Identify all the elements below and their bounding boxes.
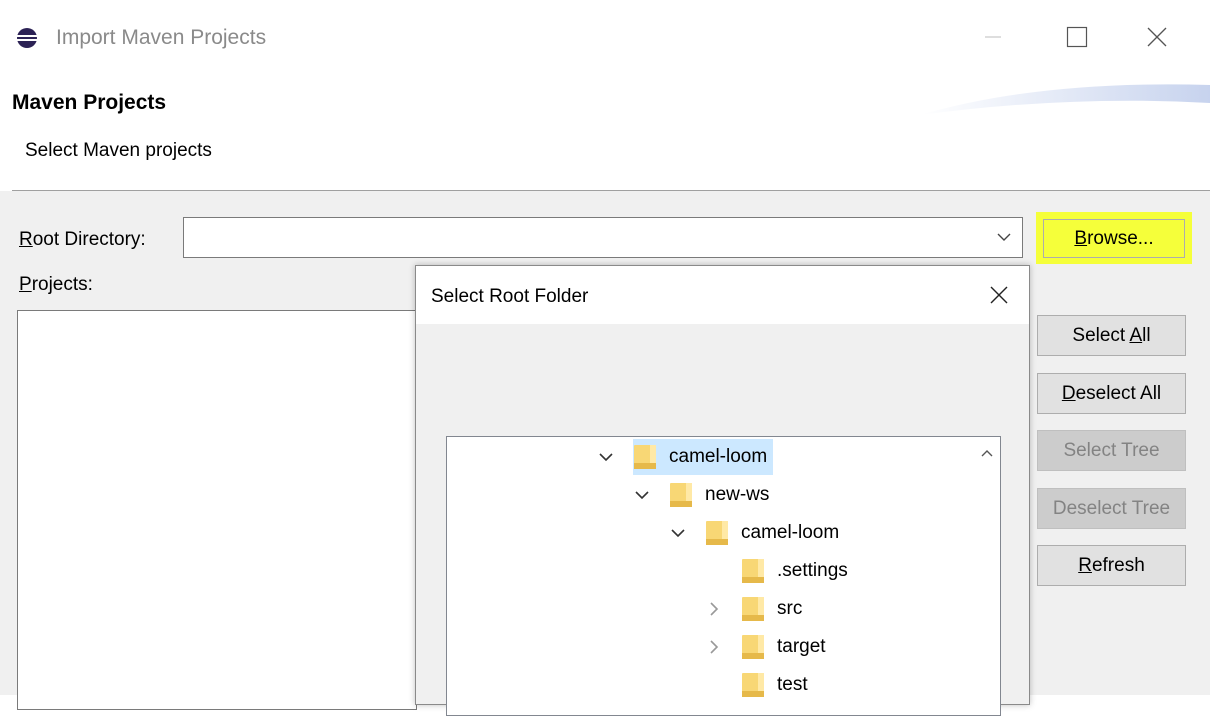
- deselect-all-button[interactable]: Deselect All: [1037, 373, 1186, 414]
- tree-item-label: camel-loom: [669, 446, 768, 467]
- tree-item[interactable]: test: [705, 667, 814, 703]
- tree-item[interactable]: camel-loom: [669, 515, 845, 551]
- tree-item-label: target: [777, 636, 826, 657]
- dialog-title: Select Root Folder: [431, 286, 589, 307]
- banner-graphic: [920, 84, 1210, 115]
- minimize-icon: [985, 36, 1001, 38]
- refresh-label: Refresh: [1078, 554, 1145, 576]
- projects-label: Projects:: [19, 274, 93, 296]
- tree-item-body: src: [741, 591, 808, 627]
- chevron-right-icon[interactable]: [705, 600, 723, 618]
- tree-item-label: .settings: [777, 560, 848, 581]
- maximize-icon: [1066, 26, 1088, 48]
- deselect-tree-button[interactable]: Deselect Tree: [1037, 488, 1186, 529]
- window-title: Import Maven Projects: [56, 26, 267, 49]
- projects-label-rest: rojects:: [31, 274, 93, 295]
- root-directory-label: Root Directory:: [19, 229, 146, 251]
- tree-item-label: camel-loom: [741, 522, 840, 543]
- tree-item-label: new-ws: [705, 484, 770, 505]
- chevron-down-icon[interactable]: [994, 227, 1014, 247]
- tree-item-label: src: [777, 598, 803, 619]
- folder-icon: [706, 521, 728, 545]
- chevron-up-icon[interactable]: [979, 445, 995, 461]
- browse-button[interactable]: Browse...: [1043, 219, 1185, 258]
- tree-item-body: target: [741, 629, 832, 665]
- chevron-down-icon[interactable]: [669, 524, 687, 542]
- tree-item-body: test: [741, 667, 814, 703]
- eclipse-icon: [16, 28, 38, 48]
- tree-item-label: test: [777, 674, 808, 695]
- page-title: Maven Projects: [12, 91, 167, 114]
- tree-item-body: camel-loom: [705, 515, 845, 551]
- tree-item[interactable]: new-ws: [633, 477, 775, 513]
- close-icon: [990, 286, 1008, 304]
- tree-item[interactable]: .settings: [705, 553, 854, 589]
- maximize-button[interactable]: [1052, 12, 1102, 62]
- minimize-button[interactable]: [968, 12, 1018, 62]
- tree-item-body: .settings: [741, 553, 854, 589]
- dialog-close-button[interactable]: [984, 280, 1014, 310]
- root-directory-label-rest: oot Directory:: [32, 229, 146, 250]
- close-button[interactable]: [1132, 12, 1182, 62]
- browse-label-mnemonic: B: [1074, 227, 1088, 249]
- folder-icon: [742, 559, 764, 583]
- select-tree-button[interactable]: Select Tree: [1037, 430, 1186, 471]
- chevron-right-icon[interactable]: [705, 638, 723, 656]
- tree-item-body: camel-loom: [633, 439, 774, 475]
- deselect-all-label: Deselect All: [1061, 382, 1162, 404]
- chevron-down-icon[interactable]: [633, 486, 651, 504]
- tree-item[interactable]: src: [705, 591, 808, 627]
- folder-icon: [634, 445, 656, 469]
- folder-icon: [742, 635, 764, 659]
- tree-item[interactable]: camel-loom: [597, 439, 774, 475]
- select-all-label: Select All: [1072, 324, 1151, 346]
- tree-item-body: new-ws: [669, 477, 775, 513]
- chevron-down-icon[interactable]: [597, 448, 615, 466]
- folder-icon: [670, 483, 692, 507]
- close-icon: [1147, 27, 1167, 47]
- root-directory-combobox[interactable]: [183, 217, 1023, 258]
- root-directory-label-mnemonic: R: [19, 229, 33, 250]
- folder-tree[interactable]: camel-loom new-ws camel-loom .settings src ta…: [446, 436, 1001, 716]
- select-all-button[interactable]: Select All: [1037, 315, 1186, 356]
- folder-icon: [742, 597, 764, 621]
- projects-label-mnemonic: P: [19, 274, 32, 295]
- select-root-folder-dialog: Select Root Folder camel-loom new-ws camel…: [415, 265, 1030, 716]
- projects-list[interactable]: [17, 310, 417, 710]
- refresh-button[interactable]: Refresh: [1037, 545, 1186, 586]
- page-subtitle: Select Maven projects: [25, 140, 212, 161]
- browse-label-rest: rowse...: [1087, 227, 1154, 249]
- tree-item[interactable]: target: [705, 629, 832, 665]
